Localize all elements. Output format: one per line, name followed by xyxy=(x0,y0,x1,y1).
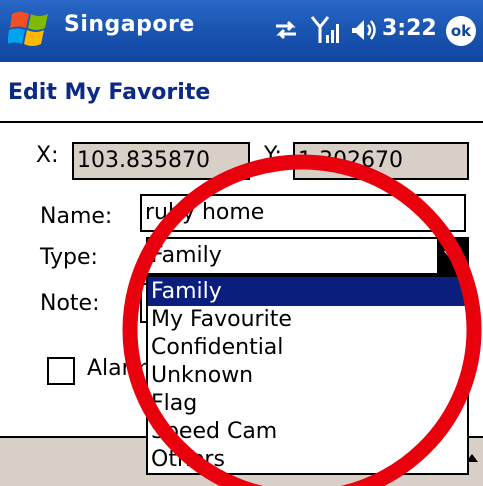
dropdown-option[interactable]: Family xyxy=(148,277,467,306)
dropdown-option[interactable]: Flag xyxy=(148,389,467,418)
type-label: Type: xyxy=(40,245,98,270)
x-coordinate-field: 103.835870 xyxy=(72,142,250,180)
y-coordinate-field: 1.302670 xyxy=(293,142,469,180)
y-label: Y: xyxy=(264,143,282,168)
x-label: X: xyxy=(36,143,59,168)
chevron-down-icon[interactable] xyxy=(437,239,467,273)
dropdown-option[interactable]: Speed Cam xyxy=(148,417,467,446)
signal-icon[interactable] xyxy=(310,13,342,47)
windows-logo-icon[interactable] xyxy=(7,8,56,54)
volume-icon[interactable] xyxy=(350,16,378,44)
clock[interactable]: 3:22 xyxy=(382,16,437,41)
name-input[interactable]: ruby home xyxy=(140,194,466,232)
name-label: Name: xyxy=(40,204,113,229)
dropdown-option[interactable]: Others xyxy=(148,445,467,474)
alarm-label: Alarm xyxy=(87,356,152,381)
header-divider xyxy=(0,121,483,123)
dropdown-option[interactable]: My Favourite xyxy=(148,305,467,334)
ok-button[interactable]: ok xyxy=(446,16,476,46)
dropdown-option[interactable]: Unknown xyxy=(148,361,467,390)
type-select-value: Family xyxy=(151,243,222,268)
type-dropdown-list[interactable]: Family My Favourite Confidential Unknown Fla… xyxy=(146,275,469,475)
alarm-checkbox[interactable] xyxy=(47,357,75,385)
sync-icon[interactable] xyxy=(272,16,300,44)
type-select[interactable]: Family xyxy=(146,237,469,275)
page-title: Edit My Favorite xyxy=(8,80,211,105)
dropdown-option[interactable]: Confidential xyxy=(148,333,467,362)
app-title: Singapore xyxy=(64,12,195,37)
note-label: Note: xyxy=(40,291,100,316)
title-bar: Singapore 3:22 ok xyxy=(0,0,483,62)
